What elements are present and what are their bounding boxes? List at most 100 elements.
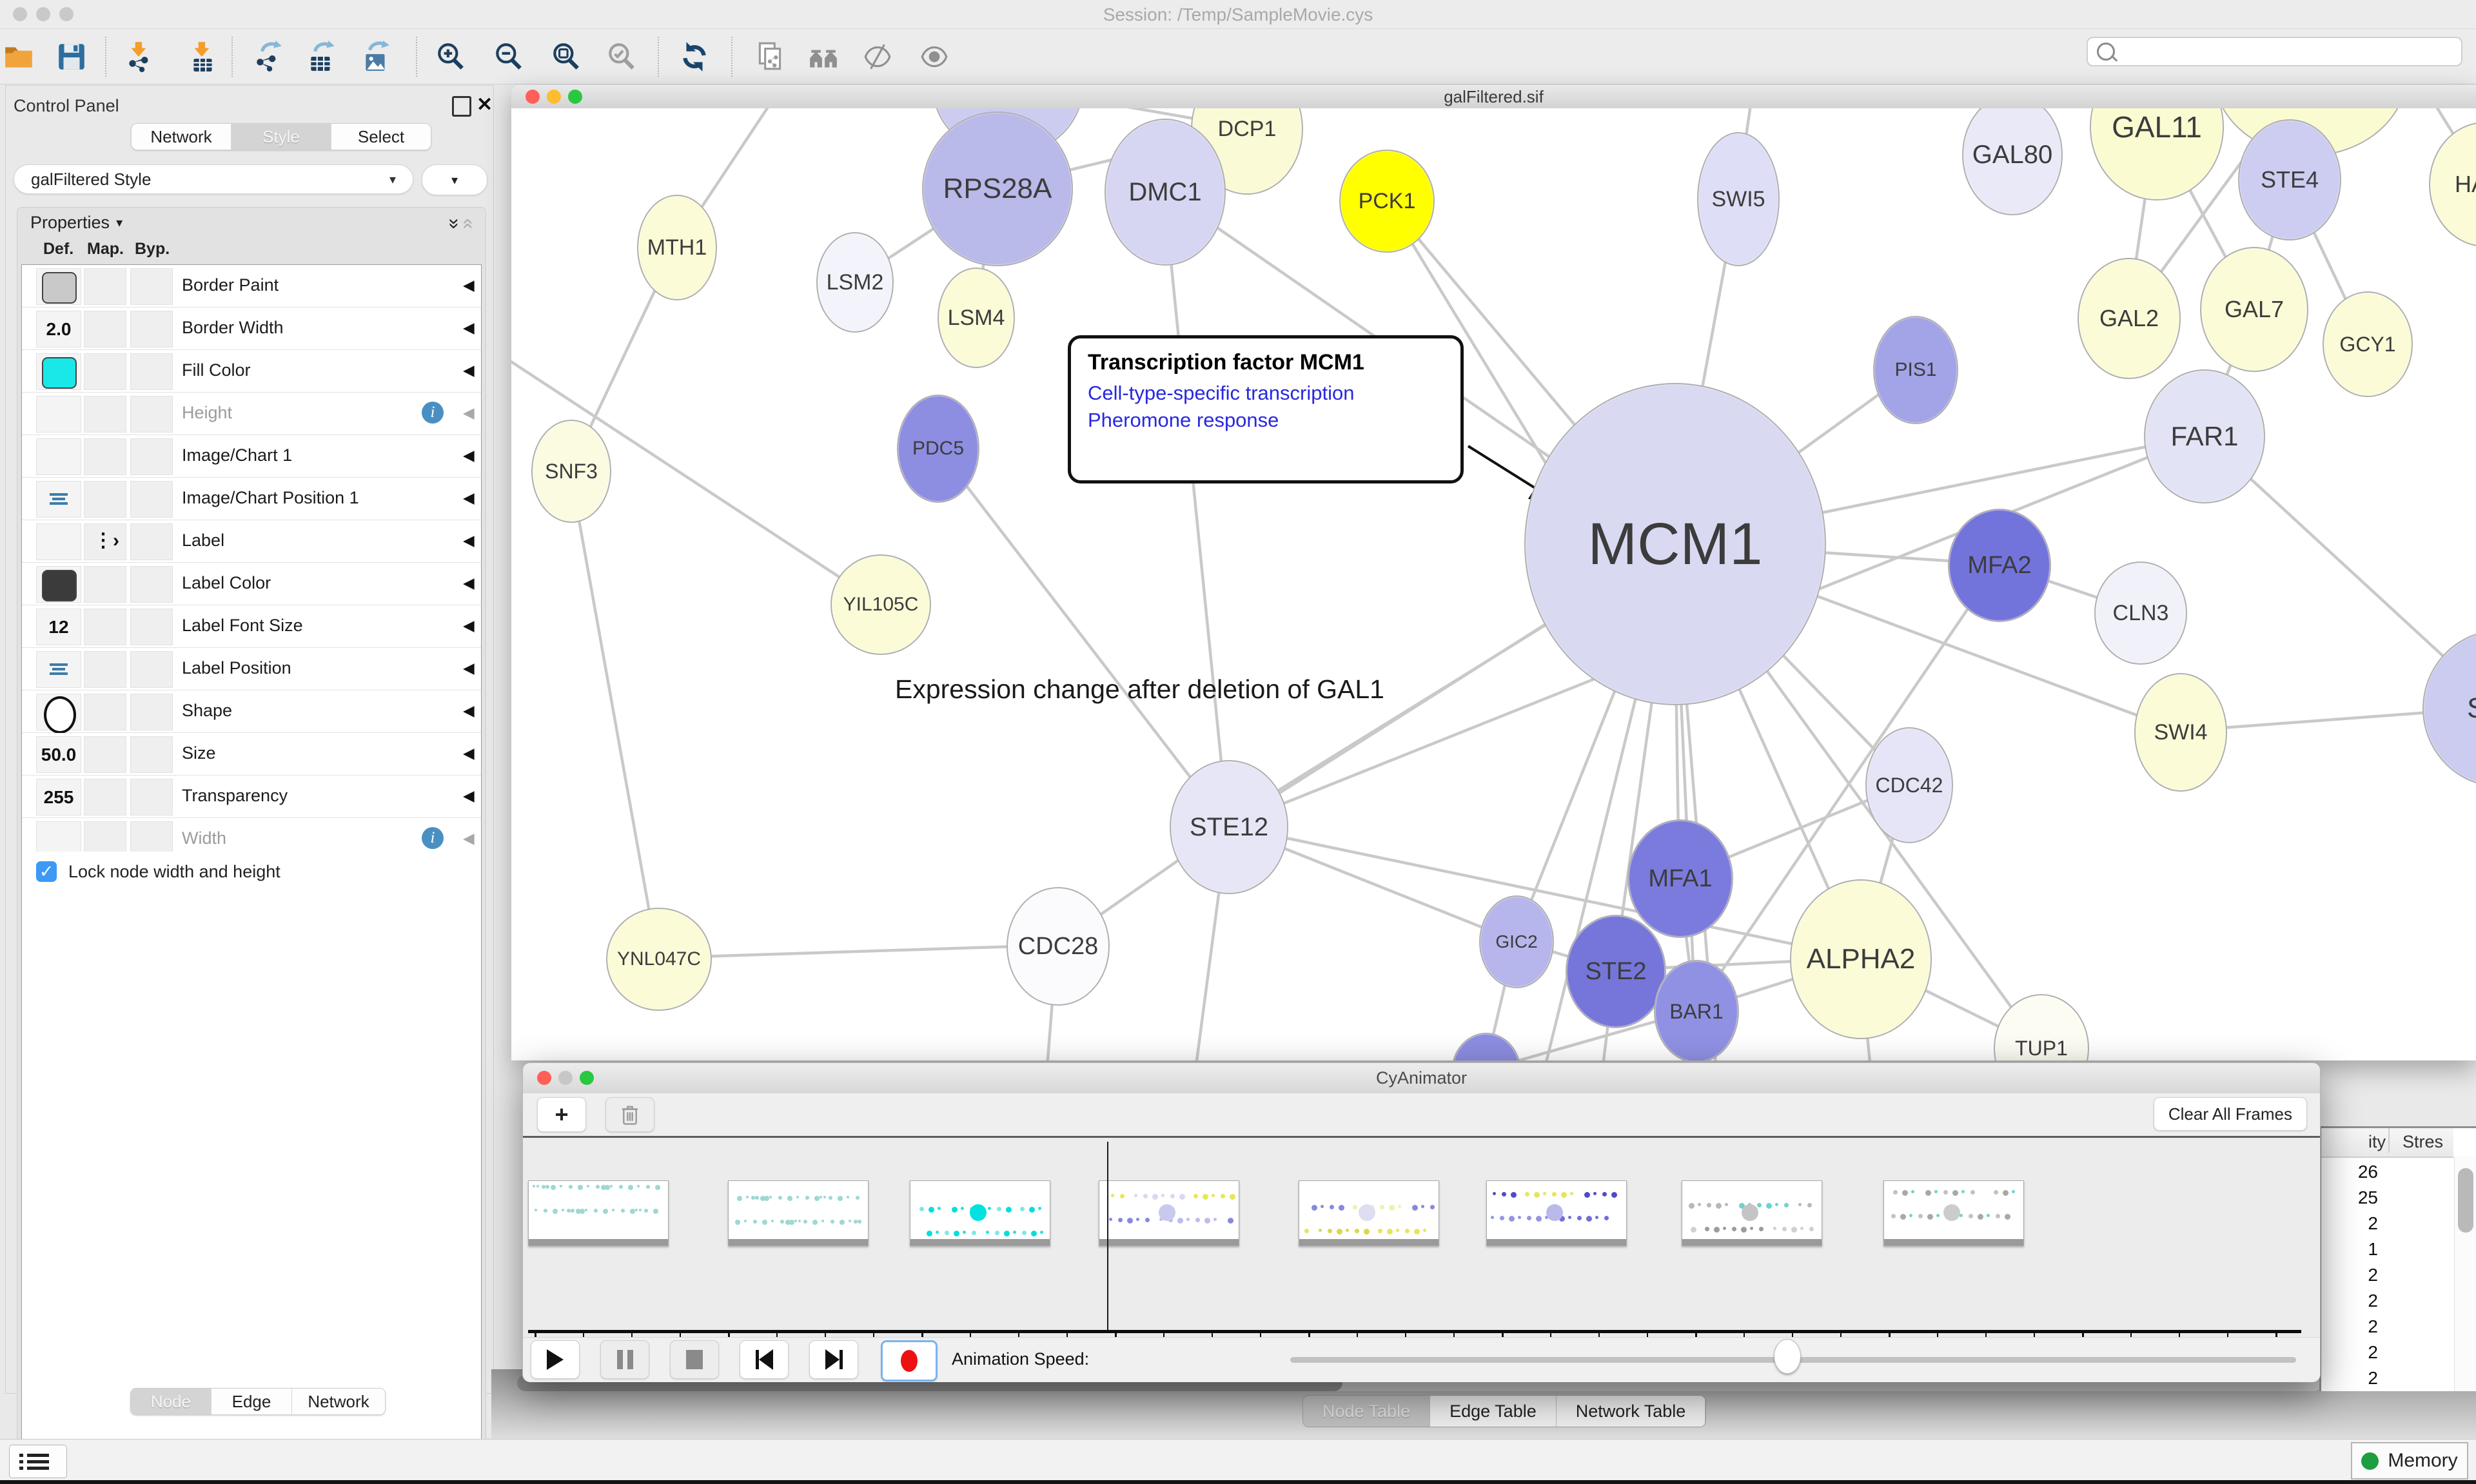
property-row-image-chart-1[interactable]: Image/Chart 1◀: [22, 435, 481, 478]
byp-cell[interactable]: [130, 651, 173, 688]
record-button[interactable]: [881, 1340, 938, 1381]
zoom-out-icon[interactable]: [490, 38, 527, 75]
properties-header[interactable]: Properties: [30, 213, 110, 233]
default-value[interactable]: 12: [37, 617, 81, 638]
network-node-dmc1[interactable]: DMC1: [1105, 119, 1226, 266]
table-cell-value[interactable]: 25: [2321, 1187, 2378, 1208]
network-node-gal11[interactable]: GAL11: [2090, 108, 2224, 200]
network-node-gal7[interactable]: GAL7: [2200, 247, 2308, 372]
network-node-mcm1[interactable]: MCM1: [1524, 383, 1826, 705]
byp-cell[interactable]: [130, 566, 173, 603]
network-node-pdc5[interactable]: PDC5: [897, 395, 979, 503]
tab-node-table[interactable]: Node Table: [1303, 1396, 1430, 1427]
map-cell[interactable]: [84, 268, 126, 305]
info-icon[interactable]: i: [422, 402, 444, 424]
network-node-hap2[interactable]: HAP2: [2429, 122, 2476, 247]
table-cell-value[interactable]: 2: [2321, 1213, 2378, 1234]
tab-style[interactable]: Style: [231, 124, 331, 150]
collapse-row-icon[interactable]: ◀: [463, 617, 475, 634]
import-table-icon[interactable]: [184, 38, 222, 75]
frame-thumbnail-7[interactable]: [1682, 1180, 1822, 1246]
byp-cell[interactable]: [130, 481, 173, 518]
position-icon[interactable]: [50, 493, 68, 506]
map-cell[interactable]: [84, 694, 126, 730]
byp-cell[interactable]: [130, 311, 173, 347]
zoom-selected-icon[interactable]: [603, 38, 640, 75]
collapse-row-icon[interactable]: ◀: [463, 319, 475, 337]
network-window-titlebar[interactable]: galFiltered.sif: [511, 85, 2476, 109]
network-node-gic2[interactable]: GIC2: [1479, 895, 1554, 988]
animation-speed-knob[interactable]: [1774, 1339, 1801, 1374]
network-node-bottomcut[interactable]: [1451, 1033, 1521, 1060]
map-cell[interactable]: [84, 481, 126, 518]
collapse-row-icon[interactable]: ◀: [463, 532, 475, 549]
network-node-swi5[interactable]: SWI5: [1697, 132, 1780, 266]
export-table-icon[interactable]: [303, 38, 340, 75]
default-value[interactable]: 2.0: [37, 319, 81, 340]
float-panel-icon[interactable]: [452, 96, 471, 117]
frame-thumbnail-5[interactable]: [1299, 1180, 1439, 1246]
property-row-label-position[interactable]: Label Position◀: [22, 648, 481, 690]
pause-button[interactable]: [600, 1340, 649, 1379]
byp-cell[interactable]: [130, 609, 173, 645]
default-swatch[interactable]: [42, 570, 77, 601]
network-node-pis1[interactable]: PIS1: [1873, 316, 1958, 424]
def-cell[interactable]: [36, 694, 81, 730]
style-options-button[interactable]: ▾: [422, 164, 487, 195]
table-column-stress[interactable]: Stres: [2392, 1132, 2453, 1152]
mapping-icon[interactable]: ⋮›: [93, 529, 119, 552]
network-node-cdc42[interactable]: CDC42: [1865, 727, 1953, 843]
def-cell[interactable]: [36, 481, 81, 518]
def-cell[interactable]: [36, 268, 81, 305]
collapse-row-icon[interactable]: ◀: [463, 362, 475, 379]
network-node-gal2[interactable]: GAL2: [2078, 258, 2181, 379]
def-cell[interactable]: 255: [36, 779, 81, 815]
network-node-swi4[interactable]: SWI4: [2134, 673, 2227, 792]
network-node-cln3[interactable]: CLN3: [2094, 561, 2187, 665]
network-node-mfa2[interactable]: MFA2: [1948, 509, 2051, 622]
memory-button[interactable]: Memory: [2351, 1442, 2468, 1479]
network-node-rps28a[interactable]: RPS28A: [922, 112, 1073, 266]
play-button[interactable]: [531, 1340, 580, 1379]
def-cell[interactable]: 50.0: [36, 736, 81, 773]
map-cell[interactable]: ⋮›: [84, 523, 126, 560]
skip-to-start-button[interactable]: [740, 1340, 789, 1379]
property-row-image-chart-position-1[interactable]: Image/Chart Position 1◀: [22, 478, 481, 520]
add-frame-button[interactable]: +: [537, 1097, 586, 1132]
search-input[interactable]: [2087, 37, 2462, 66]
skip-to-end-button[interactable]: [809, 1340, 858, 1379]
annotation-link[interactable]: Pheromone response: [1088, 409, 1444, 432]
network-node-mfa1[interactable]: MFA1: [1627, 819, 1733, 938]
info-icon[interactable]: i: [422, 827, 444, 849]
map-cell[interactable]: [84, 651, 126, 688]
network-node-bar1[interactable]: BAR1: [1654, 960, 1739, 1060]
export-network-icon[interactable]: [250, 38, 288, 75]
table-cell-value[interactable]: 26: [2321, 1162, 2378, 1182]
byp-cell[interactable]: [130, 396, 173, 433]
network-node-mth1[interactable]: MTH1: [637, 195, 717, 300]
table-cell-value[interactable]: 2: [2321, 1316, 2378, 1337]
refresh-layout-icon[interactable]: [676, 38, 713, 75]
table-cell-value[interactable]: 1: [2321, 1239, 2378, 1260]
style-selector[interactable]: galFiltered Style ▾: [14, 164, 413, 194]
import-network-icon[interactable]: [121, 38, 159, 75]
collapse-row-icon[interactable]: ◀: [463, 745, 475, 762]
table-cell-value[interactable]: 2: [2321, 1265, 2378, 1285]
default-swatch[interactable]: [42, 272, 77, 304]
network-node-snf3[interactable]: SNF3: [531, 420, 611, 523]
def-cell[interactable]: 12: [36, 609, 81, 645]
zoom-fit-icon[interactable]: [547, 38, 585, 75]
network-node-gal80[interactable]: GAL80: [1962, 108, 2063, 215]
properties-caret-icon[interactable]: ▾: [116, 215, 123, 231]
clone-network-icon[interactable]: [752, 38, 789, 75]
network-canvas[interactable]: DCP1RPS28ADMC1PCK1SWI5GAL80GAL11STE4HAP2…: [511, 108, 2476, 1060]
cyanimator-timeline[interactable]: 0123456789 Seconds: [523, 1138, 2320, 1337]
collapse-row-icon[interactable]: ◀: [463, 489, 475, 507]
clear-all-frames-button[interactable]: Clear All Frames: [2154, 1097, 2307, 1131]
tab-node[interactable]: Node: [131, 1389, 211, 1414]
default-swatch[interactable]: [42, 357, 77, 389]
def-cell[interactable]: [36, 396, 81, 433]
property-row-border-paint[interactable]: Border Paint◀: [22, 265, 481, 308]
network-node-pck1[interactable]: PCK1: [1339, 150, 1435, 253]
tab-network[interactable]: Network: [132, 124, 231, 150]
